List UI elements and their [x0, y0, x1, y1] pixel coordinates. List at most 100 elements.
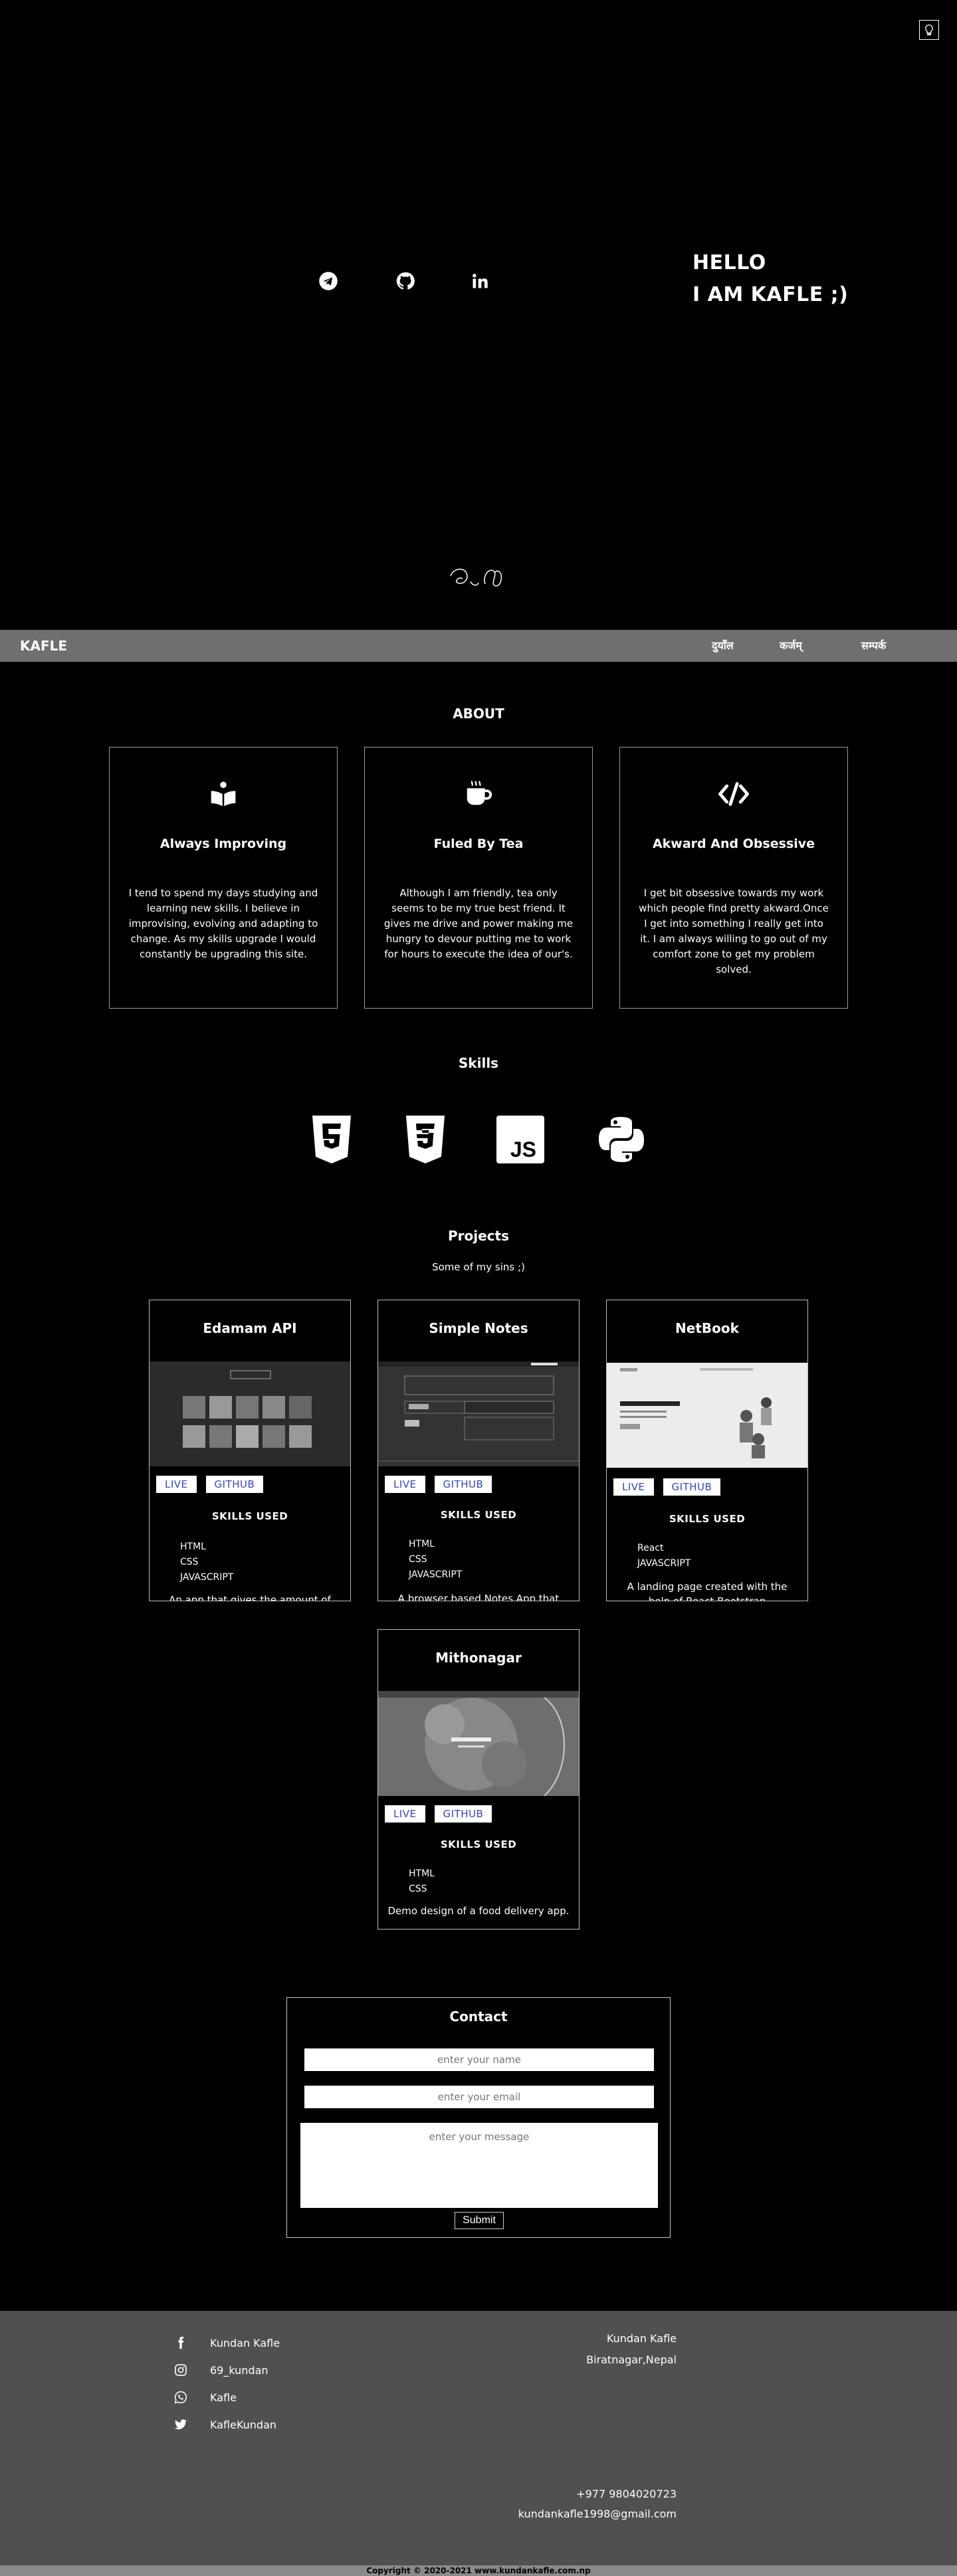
skill-item: React	[637, 1543, 664, 1553]
lightbulb-icon	[925, 24, 933, 36]
project-title: Edamam API	[203, 1320, 297, 1336]
footer-instagram-link[interactable]: 69_kundan	[174, 2362, 268, 2378]
projects-subtitle: Some of my sins ;)	[432, 1261, 525, 1273]
hand-drawn-doodle	[447, 561, 510, 592]
brand-logo[interactable]: KAFLE	[20, 630, 67, 662]
skills-title: Skills	[458, 1055, 499, 1071]
live-button[interactable]: LIVE	[613, 1478, 654, 1496]
github-button[interactable]: GITHUB	[205, 1476, 264, 1493]
nav-link-projects[interactable]: कर्जम्	[780, 630, 802, 662]
coffee-cup-icon	[365, 779, 592, 811]
footer-social-label: KafleKundan	[210, 2418, 277, 2431]
about-card-text: I get bit obsessive towards my work whic…	[639, 887, 829, 975]
github-button[interactable]: GITHUB	[434, 1476, 492, 1493]
github-link[interactable]	[393, 269, 417, 293]
footer-social-label: Kundan Kafle	[210, 2336, 280, 2349]
skill-item: HTML	[409, 1539, 435, 1549]
svg-text:JS: JS	[510, 1138, 536, 1161]
project-description: An app that gives the amount of	[169, 1594, 331, 1601]
hero-greeting: HELLO	[692, 251, 766, 274]
twitter-icon	[174, 2419, 187, 2430]
footer-email[interactable]: kundankafle1998@gmail.com	[518, 2508, 677, 2520]
footer-phone: +977 9804020723	[576, 2488, 677, 2500]
about-card: Always Improving I tend to spend my days…	[109, 747, 338, 1009]
about-card-title: Always Improving	[160, 837, 287, 851]
nav-link-about[interactable]: दुयाँल	[712, 630, 734, 662]
footer-whatsapp-link[interactable]: Kafle	[174, 2389, 237, 2405]
message-input[interactable]	[300, 2123, 658, 2208]
navbar: KAFLE दुयाँल कर्जम् सम्पर्क	[0, 630, 957, 662]
skill-item: JAVASCRIPT	[637, 1558, 691, 1569]
footer-social-label: 69_kundan	[210, 2363, 268, 2377]
skill-item: HTML	[180, 1541, 206, 1552]
skills-used-heading: SKILLS USED	[211, 1510, 288, 1522]
book-reader-icon	[110, 779, 337, 811]
project-screenshot	[150, 1361, 350, 1466]
projects-title: Projects	[447, 1228, 509, 1244]
live-button[interactable]: LIVE	[156, 1476, 197, 1493]
project-card: Edamam API LIVE GITHUB SKILLS USED HTML …	[149, 1300, 351, 1601]
footer: Kundan Kafle 69_kundan Kafle KafleKundan…	[0, 2311, 957, 2565]
footer-social-label: Kafle	[210, 2391, 237, 2404]
footer-facebook-link[interactable]: Kundan Kafle	[174, 2335, 280, 2351]
footer-location: Biratnagar,Nepal	[586, 2353, 677, 2366]
github-button[interactable]: GITHUB	[434, 1805, 492, 1823]
project-title: Simple Notes	[429, 1320, 528, 1336]
submit-button[interactable]: Submit	[455, 2212, 504, 2229]
skill-item: HTML	[409, 1868, 435, 1879]
python-icon	[597, 1115, 645, 1164]
skills-used-heading: SKILLS USED	[440, 1509, 517, 1521]
project-screenshot	[378, 1691, 579, 1796]
linkedin-icon	[473, 274, 488, 288]
javascript-icon: JS	[496, 1115, 544, 1164]
hero-intro: I AM KAFLE ;)	[692, 283, 849, 306]
live-button[interactable]: LIVE	[385, 1805, 425, 1823]
skill-item: CSS	[409, 1554, 427, 1565]
skills-list: HTML CSS	[409, 1866, 435, 1897]
skills-list: HTML CSS JAVASCRIPT	[180, 1539, 233, 1585]
skill-item: CSS	[409, 1884, 427, 1894]
footer-twitter-link[interactable]: KafleKundan	[174, 2417, 276, 2432]
live-button[interactable]: LIVE	[385, 1476, 425, 1493]
project-description: Demo design of a food delivery app.	[387, 1905, 570, 1917]
telegram-icon	[319, 272, 338, 290]
project-screenshot	[607, 1363, 807, 1468]
footer-name: Kundan Kafle	[606, 2332, 677, 2345]
skills-list: HTML CSS JAVASCRIPT	[409, 1537, 462, 1583]
about-card-text: I tend to spend my days studying and lea…	[128, 887, 318, 960]
skill-item: CSS	[180, 1557, 199, 1567]
contact-form: Contact Submit	[286, 1997, 671, 2238]
telegram-link[interactable]	[316, 269, 340, 293]
theme-toggle-button[interactable]	[919, 20, 939, 40]
about-card-title: Akward And Obsessive	[652, 837, 815, 851]
github-button[interactable]: GITHUB	[663, 1478, 721, 1496]
project-card: Simple Notes LIVE GITHUB SKILLS USED HTM…	[377, 1300, 580, 1601]
project-description: A landing page created with the help of …	[627, 1581, 788, 1601]
html5-icon	[308, 1115, 356, 1164]
linkedin-link[interactable]	[468, 269, 492, 293]
skill-item: JAVASCRIPT	[409, 1569, 463, 1580]
about-card: Fuled By Tea Although I am friendly, tea…	[364, 747, 593, 1009]
project-description: A browser based Notes App that	[397, 1593, 560, 1601]
instagram-icon	[175, 2364, 187, 2376]
skills-used-heading: SKILLS USED	[669, 1513, 746, 1525]
github-icon	[396, 272, 415, 290]
whatsapp-icon	[174, 2391, 187, 2404]
about-card-text: Although I am friendly, tea only seems t…	[383, 887, 574, 960]
project-title: Mithonagar	[435, 1650, 522, 1666]
css3-icon	[401, 1115, 449, 1164]
about-card-title: Fuled By Tea	[433, 837, 524, 851]
name-input[interactable]	[304, 2048, 654, 2071]
email-input[interactable]	[304, 2086, 654, 2108]
copyright: Copyright © 2020-2021 www.kundankafle.co…	[0, 2565, 957, 2576]
skills-used-heading: SKILLS USED	[440, 1838, 517, 1850]
about-title: ABOUT	[453, 706, 504, 722]
skills-list: React JAVASCRIPT	[637, 1541, 691, 1571]
project-card: NetBook LIVE GITHUB SKILLS USED React JA…	[606, 1300, 808, 1601]
project-screenshot	[378, 1361, 579, 1466]
code-icon	[620, 779, 847, 811]
about-card: Akward And Obsessive I get bit obsessive…	[619, 747, 848, 1009]
nav-link-contact[interactable]: सम्पर्क	[861, 630, 886, 662]
facebook-icon	[178, 2336, 184, 2349]
contact-title: Contact	[449, 2009, 508, 2025]
